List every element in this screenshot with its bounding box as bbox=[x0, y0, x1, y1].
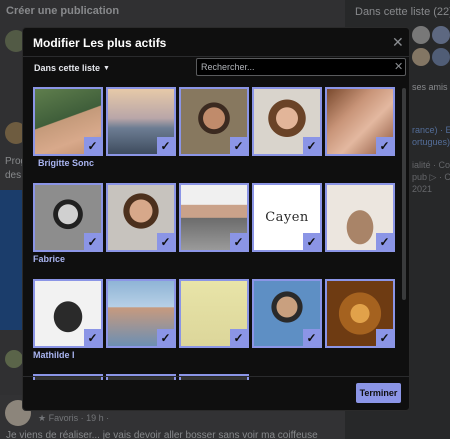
friend-name: Fabrice bbox=[33, 254, 66, 264]
check-icon: ✓ bbox=[157, 233, 174, 250]
friend-tile[interactable]: ✓ bbox=[179, 87, 249, 156]
check-icon: ✓ bbox=[303, 137, 320, 154]
friend-tile[interactable]: ✓ bbox=[106, 279, 176, 348]
check-icon: ✓ bbox=[303, 233, 320, 250]
friend-tile[interactable]: ✓ bbox=[179, 183, 249, 252]
check-icon: ✓ bbox=[230, 233, 247, 250]
check-icon: ✓ bbox=[230, 329, 247, 346]
check-icon: ✓ bbox=[376, 233, 393, 250]
scrollbar[interactable] bbox=[402, 88, 406, 300]
check-icon: ✓ bbox=[157, 329, 174, 346]
friend-tile[interactable]: ✓ bbox=[252, 87, 322, 156]
friend-tile[interactable]: ✓ bbox=[33, 183, 103, 252]
friend-tile[interactable]: ✓ bbox=[33, 279, 103, 348]
friend-tile[interactable]: ✓ bbox=[179, 279, 249, 348]
close-icon[interactable]: ✕ bbox=[392, 34, 404, 51]
dialog-title: Modifier Les plus actifs bbox=[33, 36, 167, 50]
friend-tile[interactable]: ✓ bbox=[325, 279, 395, 348]
check-icon: ✓ bbox=[303, 329, 320, 346]
filter-dropdown-label: Dans cette liste bbox=[34, 63, 101, 73]
friend-tile[interactable]: ✓ bbox=[106, 87, 176, 156]
friend-tile[interactable]: Cayen ✓ bbox=[252, 183, 322, 252]
logo-text: Cayen bbox=[265, 210, 309, 225]
filter-dropdown[interactable]: Dans cette liste ▼ bbox=[31, 60, 113, 76]
check-icon: ✓ bbox=[157, 137, 174, 154]
edit-list-dialog: Modifier Les plus actifs ✕ Dans cette li… bbox=[22, 27, 410, 411]
friend-tile[interactable] bbox=[33, 374, 103, 380]
check-icon: ✓ bbox=[376, 329, 393, 346]
check-icon: ✓ bbox=[84, 233, 101, 250]
clear-search-icon[interactable]: ✕ bbox=[394, 60, 403, 73]
done-button[interactable]: Terminer bbox=[356, 383, 401, 403]
caret-down-icon: ▼ bbox=[103, 64, 110, 72]
divider bbox=[23, 376, 409, 377]
search-input[interactable] bbox=[196, 58, 406, 76]
friend-tile[interactable]: ✓ bbox=[106, 183, 176, 252]
friend-tile[interactable] bbox=[179, 374, 249, 380]
friend-name: Brigitte Sonc bbox=[38, 158, 95, 168]
check-icon: ✓ bbox=[84, 329, 101, 346]
friend-name: Mathilde I bbox=[33, 350, 75, 360]
friend-tile[interactable]: ✓ bbox=[325, 183, 395, 252]
friend-tile[interactable] bbox=[106, 374, 176, 380]
friends-grid: ✓ Brigitte Sonc ✓ ✓ ✓ ✓ ✓ Fabrice ✓ ✓ Ca… bbox=[23, 82, 401, 380]
check-icon: ✓ bbox=[84, 137, 101, 154]
check-icon: ✓ bbox=[230, 137, 247, 154]
divider bbox=[23, 56, 409, 57]
friend-tile[interactable]: ✓ bbox=[325, 87, 395, 156]
check-icon: ✓ bbox=[376, 137, 393, 154]
friend-tile[interactable]: ✓ bbox=[252, 279, 322, 348]
friend-tile[interactable]: ✓ bbox=[33, 87, 103, 156]
